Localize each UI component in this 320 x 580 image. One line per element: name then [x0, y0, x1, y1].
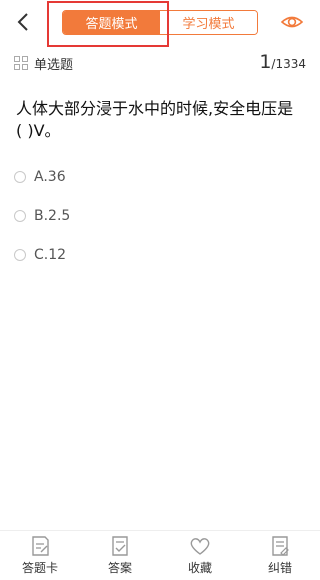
question-text-line-1: 人体大部分浸于水中的时候,安全电压是 — [16, 99, 294, 118]
option-a-label: A.36 — [34, 169, 66, 185]
option-a[interactable]: A.36 — [14, 166, 254, 188]
heart-icon — [190, 538, 210, 555]
favorite-label: 收藏 — [187, 561, 212, 575]
question-text: 人体大部分浸于水中的时候,安全电压是 ( )V。 — [16, 98, 308, 142]
header-bar: 答题模式 学习模式 — [0, 0, 320, 47]
answer-sheet-label: 答题卡 — [21, 561, 58, 575]
answer-label: 答案 — [107, 561, 132, 575]
radio-icon[interactable] — [14, 210, 26, 222]
radio-icon[interactable] — [14, 249, 26, 261]
grid-icon — [14, 56, 28, 70]
current-question-number: 1 — [259, 51, 272, 73]
total-questions: /1334 — [271, 57, 306, 71]
tab-answer-mode[interactable]: 答题模式 — [63, 11, 160, 34]
option-b[interactable]: B.2.5 — [14, 205, 254, 227]
bottom-toolbar: 答题卡 答案 收藏 纠错 — [0, 530, 320, 580]
answer-icon — [112, 536, 128, 556]
favorite-button[interactable]: 收藏 — [160, 531, 240, 580]
error-report-label: 纠错 — [267, 561, 292, 575]
back-arrow-icon[interactable] — [14, 11, 34, 33]
question-text-line-2: ( )V。 — [16, 121, 61, 140]
answer-button[interactable]: 答案 — [80, 531, 160, 580]
question-info-row: 单选题 1/1334 — [0, 50, 320, 78]
question-counter: 1/1334 — [259, 51, 306, 73]
option-b-label: B.2.5 — [34, 208, 71, 224]
mode-switch: 答题模式 学习模式 — [62, 10, 258, 35]
error-report-icon — [272, 536, 289, 556]
answer-sheet-icon — [32, 536, 49, 556]
option-c[interactable]: C.12 — [14, 244, 254, 266]
radio-icon[interactable] — [14, 171, 26, 183]
tab-study-mode[interactable]: 学习模式 — [160, 11, 257, 34]
eye-icon[interactable] — [281, 12, 303, 32]
error-report-button[interactable]: 纠错 — [240, 531, 320, 580]
answer-sheet-button[interactable]: 答题卡 — [0, 531, 80, 580]
question-type-label: 单选题 — [34, 58, 74, 73]
option-c-label: C.12 — [34, 247, 67, 263]
